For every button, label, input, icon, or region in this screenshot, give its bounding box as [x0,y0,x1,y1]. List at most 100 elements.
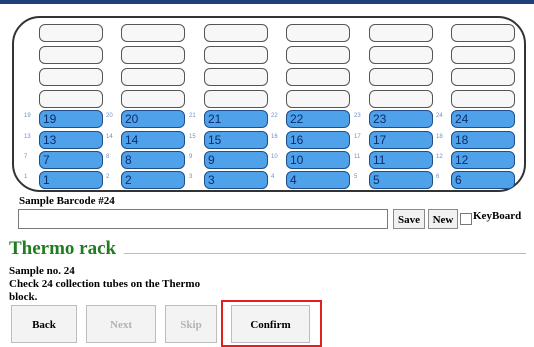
tube-slot-4[interactable]: 44 [271,171,350,189]
tube-number: 4 [290,173,297,187]
tube-slot-7[interactable]: 77 [24,151,103,169]
tube-number: 15 [208,133,222,147]
empty-tube-slot[interactable] [451,68,515,86]
skip-button[interactable]: Skip [165,305,217,343]
tube-slot-9[interactable]: 99 [189,151,268,169]
tube-number: 22 [290,112,304,126]
page-title: Thermo rack [9,238,117,259]
tube-slot-23[interactable]: 23 23 [354,110,433,128]
empty-tube-slot[interactable] [286,24,350,42]
tube-slot-24[interactable]: 24 24 [436,110,515,128]
tube-number: 7 [43,153,50,167]
next-button[interactable]: Next [86,305,156,343]
tube-number: 18 [455,133,469,147]
tube-slot-17[interactable]: 17 17 [354,131,433,149]
tube-position-label: 23 [354,113,361,119]
empty-tube-slot[interactable] [39,68,103,86]
tube-number: 3 [208,173,215,187]
empty-tube-slot[interactable] [204,90,268,108]
empty-tube-slot[interactable] [369,46,433,64]
empty-tube-slot[interactable] [451,24,515,42]
tube-number: 19 [43,112,57,126]
tube-position-label: 1 [24,174,28,180]
tube-slot-16[interactable]: 16 16 [271,131,350,149]
empty-tube-slot[interactable] [121,46,185,64]
tube-number: 24 [455,112,469,126]
tube-number: 14 [125,133,139,147]
sample-barcode-label: Sample Barcode #24 [19,195,115,207]
tube-slot-18[interactable]: 18 18 [436,131,515,149]
tube-slot-3[interactable]: 33 [189,171,268,189]
empty-tube-slot[interactable] [204,24,268,42]
tube-position-label: 11 [354,154,361,160]
tube-position-label: 17 [354,134,361,140]
tube-slot-5[interactable]: 55 [354,171,433,189]
top-accent-bar [0,0,534,4]
tube-number: 12 [455,153,469,167]
empty-tube-slot[interactable] [286,46,350,64]
empty-tube-slot[interactable] [451,90,515,108]
tube-number: 11 [373,153,386,167]
tube-number: 8 [125,153,132,167]
tube-slot-15[interactable]: 15 15 [189,131,268,149]
tube-position-label: 5 [354,174,358,180]
empty-tube-slot[interactable] [121,24,185,42]
empty-tube-slot[interactable] [369,68,433,86]
empty-tube-slot[interactable] [39,24,103,42]
tube-slot-10[interactable]: 10 10 [271,151,350,169]
tube-number: 5 [373,173,380,187]
tube-number: 1 [43,173,50,187]
tube-slot-8[interactable]: 88 [106,151,185,169]
sample-number-text: Sample no. 24 [9,265,75,277]
tube-slot-1[interactable]: 11 [24,171,103,189]
empty-tube-slot[interactable] [121,90,185,108]
keyboard-checkbox[interactable] [460,213,472,225]
tube-slot-14[interactable]: 14 14 [106,131,185,149]
tube-number: 2 [125,173,132,187]
tube-position-label: 16 [271,134,278,140]
back-button[interactable]: Back [11,305,77,343]
tube-position-label: 24 [436,113,443,119]
empty-tube-slot[interactable] [451,46,515,64]
tube-slot-6[interactable]: 66 [436,171,515,189]
empty-tube-slot[interactable] [204,46,268,64]
tube-position-label: 22 [271,113,278,119]
tube-position-label: 2 [106,174,110,180]
tube-position-label: 13 [24,134,31,140]
tube-slot-13[interactable]: 13 13 [24,131,103,149]
tube-position-label: 6 [436,174,440,180]
empty-tube-slot[interactable] [204,68,268,86]
thermo-rack: 19 19 20 20 21 21 22 22 23 23 24 24 13 13 14 14 15 15 16 16… [12,16,526,192]
tube-slot-20[interactable]: 20 20 [106,110,185,128]
empty-tube-slot[interactable] [39,46,103,64]
tube-slot-22[interactable]: 22 22 [271,110,350,128]
tube-position-label: 8 [106,154,110,160]
tube-slot-19[interactable]: 19 19 [24,110,103,128]
tube-position-label: 9 [189,154,193,160]
tube-position-label: 4 [271,174,275,180]
new-button[interactable]: New [428,209,458,229]
instruction-text-line-2: block. [9,291,38,303]
tube-number: 10 [290,153,304,167]
empty-tube-slot[interactable] [286,90,350,108]
empty-tube-slot[interactable] [121,68,185,86]
instruction-text-line-1: Check 24 collection tubes on the Thermo [9,278,201,290]
keyboard-label: KeyBoard [473,210,522,222]
sample-barcode-input[interactable] [18,209,388,229]
empty-tube-slot[interactable] [369,24,433,42]
tube-number: 6 [455,173,462,187]
tube-position-label: 20 [106,113,113,119]
tube-slot-2[interactable]: 22 [106,171,185,189]
empty-tube-slot[interactable] [286,68,350,86]
empty-tube-slot[interactable] [39,90,103,108]
tube-number: 23 [373,112,387,126]
tube-number: 16 [290,133,304,147]
empty-tube-slot[interactable] [369,90,433,108]
tube-slot-11[interactable]: 11 11 [354,151,433,169]
tube-number: 20 [125,112,139,126]
tube-number: 9 [208,153,215,167]
tube-slot-21[interactable]: 21 21 [189,110,268,128]
save-button[interactable]: Save [393,209,425,229]
tube-number: 17 [373,133,387,147]
tube-slot-12[interactable]: 12 12 [436,151,515,169]
